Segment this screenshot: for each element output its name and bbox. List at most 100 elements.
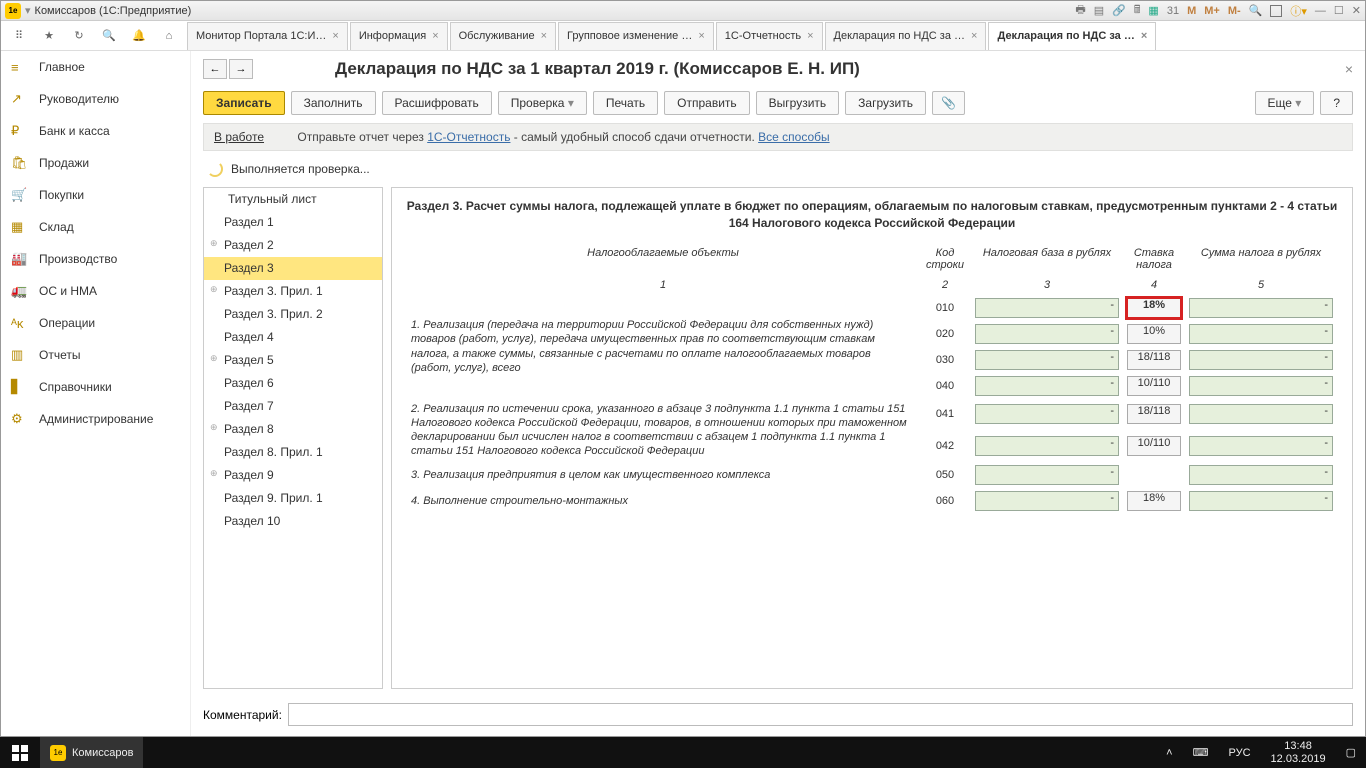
favorite-icon[interactable]: ★	[37, 24, 61, 48]
taskbar-app[interactable]: 1e Комиссаров	[40, 737, 143, 768]
tree-item-0[interactable]: Титульный лист	[204, 188, 382, 211]
tree-item-9[interactable]: Раздел 7	[204, 395, 382, 418]
more-button[interactable]: Еще	[1255, 91, 1315, 115]
sidebar-item-1[interactable]: ↗Руководителю	[1, 83, 190, 115]
tree-item-8[interactable]: Раздел 6	[204, 372, 382, 395]
tree-item-2[interactable]: Раздел 2	[204, 234, 382, 257]
tree-item-13[interactable]: Раздел 9. Прил. 1	[204, 487, 382, 510]
min-button[interactable]: —	[1315, 5, 1326, 17]
base-010[interactable]: -	[975, 298, 1119, 318]
tree-item-11[interactable]: Раздел 8. Прил. 1	[204, 441, 382, 464]
max-button[interactable]: ☐	[1334, 4, 1344, 17]
print-button[interactable]: Печать	[593, 91, 658, 115]
back-button[interactable]: ←	[203, 59, 227, 79]
icon-info[interactable]: ⓘ▾	[1290, 3, 1307, 19]
tab-close-icon[interactable]: ×	[432, 30, 438, 42]
base-060[interactable]: -	[975, 491, 1119, 511]
tree-item-4[interactable]: Раздел 3. Прил. 1	[204, 280, 382, 303]
sidebar-item-11[interactable]: ⚙Администрирование	[1, 403, 190, 435]
base-040[interactable]: -	[975, 376, 1119, 396]
tab-close-icon[interactable]: ×	[971, 30, 977, 42]
tab-3[interactable]: Групповое изменение …×	[558, 22, 714, 50]
zoom-mminus[interactable]: M-	[1228, 5, 1241, 17]
tree-item-12[interactable]: Раздел 9	[204, 464, 382, 487]
icon-date[interactable]: 31	[1167, 5, 1179, 17]
sidebar-item-7[interactable]: 🚛ОС и НМА	[1, 275, 190, 307]
icon-calendar[interactable]: ▦	[1148, 4, 1158, 17]
close-button[interactable]: ✕	[1352, 4, 1361, 17]
decode-button[interactable]: Расшифровать	[382, 91, 492, 115]
sidebar-item-9[interactable]: ▥Отчеты	[1, 339, 190, 371]
tab-4[interactable]: 1С-Отчетность×	[716, 22, 823, 50]
tax-040[interactable]: -	[1189, 376, 1333, 396]
tree-item-10[interactable]: Раздел 8	[204, 418, 382, 441]
tab-close-icon[interactable]: ×	[541, 30, 547, 42]
tab-close-icon[interactable]: ×	[698, 30, 704, 42]
home-icon[interactable]: ⌂	[157, 24, 181, 48]
tray-keyboard-icon[interactable]: ⌨	[1183, 737, 1219, 768]
sidebar-item-10[interactable]: ▋Справочники	[1, 371, 190, 403]
icon-print[interactable]: 🖶	[1075, 1, 1085, 20]
sidebar-item-8[interactable]: ᴬᴋОперации	[1, 307, 190, 339]
tree-item-5[interactable]: Раздел 3. Прил. 2	[204, 303, 382, 326]
tray-notifications-icon[interactable]: ▢	[1336, 737, 1366, 768]
check-button[interactable]: Проверка	[498, 91, 587, 115]
icon-search[interactable]: 🔍	[1249, 4, 1263, 17]
history-icon[interactable]: ↻	[67, 24, 91, 48]
apps-icon[interactable]: ⠿	[7, 24, 31, 48]
forward-button[interactable]: →	[229, 59, 253, 79]
tab-1[interactable]: Информация×	[350, 22, 448, 50]
sidebar-item-2[interactable]: ₽Банк и касса	[1, 115, 190, 147]
zoom-mplus[interactable]: M+	[1204, 5, 1220, 17]
search-icon[interactable]: 🔍	[97, 24, 121, 48]
tax-030[interactable]: -	[1189, 350, 1333, 370]
tab-close-icon[interactable]: ×	[332, 30, 338, 42]
import-button[interactable]: Загрузить	[845, 91, 926, 115]
icon-link[interactable]: 🔗	[1112, 4, 1126, 17]
tab-6[interactable]: Декларация по НДС за …×	[988, 22, 1156, 50]
notifications-icon[interactable]: 🔔	[127, 24, 151, 48]
page-close[interactable]: ×	[1345, 61, 1353, 77]
sidebar-item-3[interactable]: 🛍Продажи	[1, 147, 190, 179]
tray-up-icon[interactable]: ˄	[1156, 737, 1182, 768]
tray-lang[interactable]: РУС	[1219, 737, 1261, 768]
help-button[interactable]: ?	[1320, 91, 1353, 115]
send-button[interactable]: Отправить	[664, 91, 750, 115]
tab-close-icon[interactable]: ×	[807, 30, 813, 42]
fill-button[interactable]: Заполнить	[291, 91, 376, 115]
icon-doc[interactable]: ▤	[1094, 4, 1104, 17]
tab-0[interactable]: Монитор Портала 1С:И…×	[187, 22, 348, 50]
sidebar-item-4[interactable]: 🛒Покупки	[1, 179, 190, 211]
sidebar-item-6[interactable]: 🏭Производство	[1, 243, 190, 275]
tax-050[interactable]: -	[1189, 465, 1333, 485]
tree-item-14[interactable]: Раздел 10	[204, 510, 382, 533]
base-020[interactable]: -	[975, 324, 1119, 344]
sidebar-item-5[interactable]: ▦Склад	[1, 211, 190, 243]
tree-item-3[interactable]: Раздел 3	[204, 257, 382, 280]
tax-010[interactable]: -	[1189, 298, 1333, 318]
start-button[interactable]	[0, 737, 40, 768]
tax-060[interactable]: -	[1189, 491, 1333, 511]
base-041[interactable]: -	[975, 404, 1119, 424]
base-050[interactable]: -	[975, 465, 1119, 485]
attach-button[interactable]: 📎	[932, 91, 965, 115]
icon-window[interactable]	[1270, 5, 1282, 17]
tax-020[interactable]: -	[1189, 324, 1333, 344]
icon-calc[interactable]: 🖩	[1134, 1, 1141, 20]
sidebar-item-0[interactable]: ≡Главное	[1, 51, 190, 83]
tax-041[interactable]: -	[1189, 404, 1333, 424]
tab-5[interactable]: Декларация по НДС за …×	[825, 22, 987, 50]
comment-input[interactable]	[288, 703, 1353, 726]
tree-item-6[interactable]: Раздел 4	[204, 326, 382, 349]
tree-item-7[interactable]: Раздел 5	[204, 349, 382, 372]
export-button[interactable]: Выгрузить	[756, 91, 840, 115]
tray-clock[interactable]: 13:48 12.03.2019	[1261, 740, 1336, 764]
status-inwork[interactable]: В работе	[214, 130, 264, 144]
dropdown-icon[interactable]: ▾	[25, 4, 31, 17]
status-link2[interactable]: Все способы	[758, 130, 830, 144]
base-042[interactable]: -	[975, 436, 1119, 456]
zoom-m[interactable]: M	[1187, 5, 1196, 17]
status-link1[interactable]: 1С-Отчетность	[427, 130, 510, 144]
tax-042[interactable]: -	[1189, 436, 1333, 456]
save-button[interactable]: Записать	[203, 91, 285, 115]
